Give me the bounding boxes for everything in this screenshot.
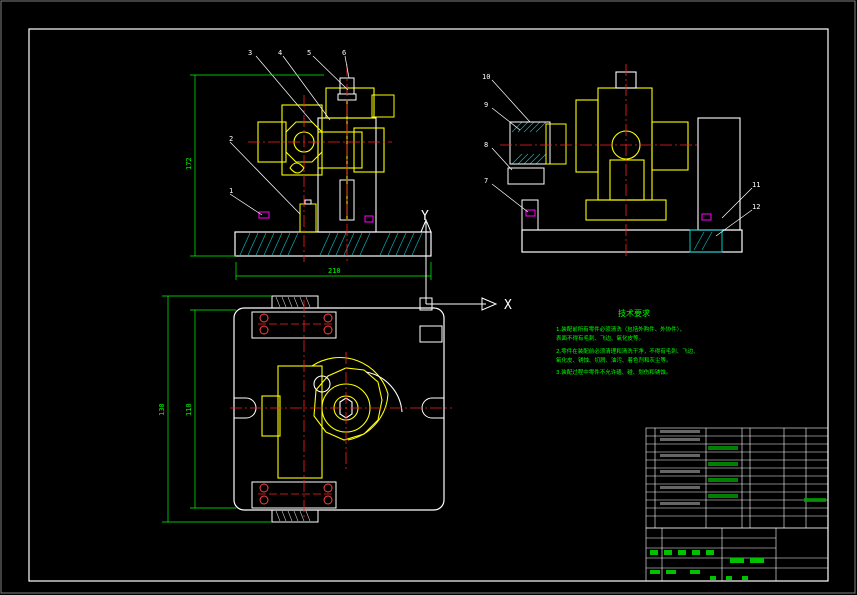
dim-top-inner: 110 (185, 403, 193, 416)
balloon-label: 7 (484, 177, 488, 185)
ucs-x-label: X (504, 298, 512, 313)
ucs-y-label: Y (421, 209, 429, 224)
marker (364, 215, 374, 223)
balloon-label: 12 (752, 203, 760, 211)
balloon-label: 2 (229, 135, 233, 143)
notes-title: 技术要求 (618, 308, 650, 318)
notes-line: 氧化皮、锈蚀、切屑、油污、着色剂和灰尘等。 (556, 356, 672, 364)
dim-front-height: 172 (185, 157, 193, 170)
side-view[interactable] (491, 64, 753, 256)
support-top (325, 87, 375, 119)
front-leaders (229, 55, 350, 216)
notes-line: 3.装配过程中零件不允许磕、碰、划伤和锈蚀。 (556, 368, 671, 376)
knurled-clamp-bottom (271, 509, 319, 523)
dim-top-outer: 130 (158, 403, 166, 416)
balloon-label: 5 (307, 49, 311, 57)
knurled-clamp-top (271, 295, 319, 309)
top-locator (419, 325, 443, 343)
workpiece (257, 104, 385, 176)
drawing-frame (28, 28, 829, 582)
clamp-arm (371, 94, 395, 118)
knurl-top (275, 296, 311, 308)
balloon-label: 1 (229, 187, 233, 195)
base-hatch (239, 232, 423, 256)
pin-head (304, 199, 312, 205)
balloon-label: 6 (342, 49, 346, 57)
side-upright (697, 117, 741, 231)
parts-list-fill (660, 430, 826, 505)
balloon-label: 11 (752, 181, 760, 189)
title-block-fill (650, 550, 764, 580)
marker (525, 209, 536, 217)
knurl-bottom (275, 510, 311, 522)
front-dimensions (190, 74, 432, 280)
cad-drawing-canvas[interactable]: 172 210 3 4 5 6 2 1 10 9 8 7 11 12 130 1… (0, 0, 857, 595)
cad-drawing-viewport[interactable]: 172 210 3 4 5 6 2 1 10 9 8 7 11 12 130 1… (0, 0, 857, 595)
marker (701, 213, 712, 221)
notes-line: 1.装配前所有零件必须清洗（包括外购件、外协件）， (556, 325, 685, 333)
clamp-screws (259, 313, 333, 505)
side-balloons: 10 9 8 7 11 12 (482, 73, 760, 211)
notes-line: 表面不得有毛刺、飞边、氧化皮等。 (556, 334, 644, 342)
side-column-left (521, 199, 539, 231)
outer-border (0, 0, 856, 594)
top-view[interactable]: 130 110 (158, 295, 452, 523)
side-body (575, 71, 689, 221)
dim-front-width: 210 (328, 267, 341, 275)
notes-line: 2.零件在装配前必须清理和清洗干净，不得有毛刺、飞边、 (556, 347, 699, 355)
balloon-label: 9 (484, 101, 488, 109)
top-workpiece (261, 356, 403, 479)
locating-pin (299, 203, 317, 233)
front-view[interactable]: 172 210 (185, 55, 432, 280)
balloon-label: 3 (248, 49, 252, 57)
balloon-label: 4 (278, 49, 282, 57)
balloon-label: 8 (484, 141, 488, 149)
balloon-label: 10 (482, 73, 490, 81)
side-base (521, 229, 743, 253)
technical-notes: 技术要求 1.装配前所有零件必须清洗（包括外购件、外协件）， 表面不得有毛刺、飞… (556, 308, 699, 376)
marker (258, 211, 270, 219)
